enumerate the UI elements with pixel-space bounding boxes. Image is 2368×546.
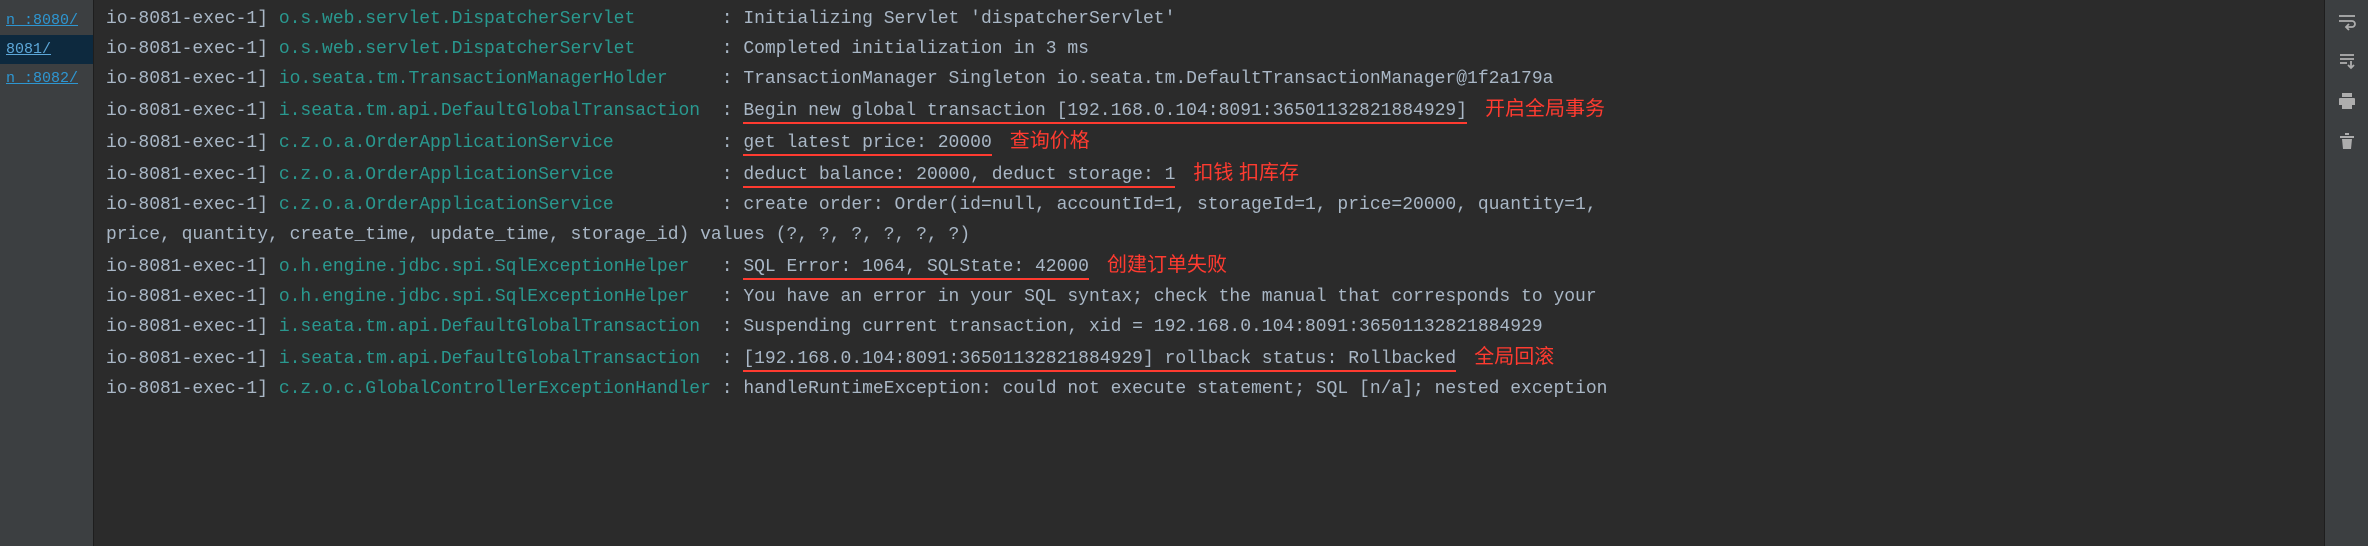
- log-line: io-8081-exec-1] c.z.o.a.OrderApplication…: [106, 158, 2324, 190]
- log-annotation: 开启全局事务: [1485, 98, 1605, 120]
- log-message: Suspending current transaction, xid = 19…: [743, 317, 1542, 337]
- log-logger: i.seata.tm.api.DefaultGlobalTransaction: [279, 101, 711, 121]
- log-thread: io-8081-exec-1]: [106, 287, 279, 307]
- log-line: io-8081-exec-1] i.seata.tm.api.DefaultGl…: [106, 342, 2324, 374]
- log-logger: c.z.o.a.OrderApplicationService: [279, 165, 711, 185]
- log-message: create order: Order(id=null, accountId=1…: [743, 195, 1596, 215]
- log-separator: :: [711, 257, 743, 277]
- log-line: io-8081-exec-1] c.z.o.c.GlobalController…: [106, 374, 2324, 404]
- log-annotation: 扣钱 扣库存: [1193, 162, 1299, 184]
- log-thread: io-8081-exec-1]: [106, 69, 279, 89]
- log-message: Initializing Servlet 'dispatcherServlet': [743, 9, 1175, 29]
- log-thread: io-8081-exec-1]: [106, 195, 279, 215]
- log-message: TransactionManager Singleton io.seata.tm…: [743, 69, 1553, 89]
- log-message: Begin new global transaction [192.168.0.…: [743, 101, 1467, 124]
- log-line: io-8081-exec-1] o.s.web.servlet.Dispatch…: [106, 34, 2324, 64]
- log-separator: :: [711, 317, 743, 337]
- log-message: deduct balance: 20000, deduct storage: 1: [743, 165, 1175, 188]
- scroll-to-end-icon[interactable]: [2334, 48, 2360, 74]
- log-message: get latest price: 20000: [743, 133, 991, 156]
- log-message: Completed initialization in 3 ms: [743, 39, 1089, 59]
- log-thread: io-8081-exec-1]: [106, 257, 279, 277]
- log-logger: o.s.web.servlet.DispatcherServlet: [279, 9, 711, 29]
- soft-wrap-icon[interactable]: [2334, 8, 2360, 34]
- log-line: io-8081-exec-1] i.seata.tm.api.DefaultGl…: [106, 94, 2324, 126]
- log-logger: c.z.o.a.OrderApplicationService: [279, 133, 711, 153]
- log-separator: :: [711, 195, 743, 215]
- log-logger: i.seata.tm.api.DefaultGlobalTransaction: [279, 317, 711, 337]
- log-thread: io-8081-exec-1]: [106, 133, 279, 153]
- log-separator: :: [711, 69, 743, 89]
- print-icon[interactable]: [2334, 88, 2360, 114]
- log-annotation: 查询价格: [1010, 130, 1090, 152]
- tab-8080[interactable]: n :8080/: [0, 6, 93, 35]
- log-separator: :: [711, 9, 743, 29]
- log-thread: io-8081-exec-1]: [106, 9, 279, 29]
- tab-8082[interactable]: n :8082/: [0, 64, 93, 93]
- log-logger: o.s.web.servlet.DispatcherServlet: [279, 39, 711, 59]
- log-logger: c.z.o.c.GlobalControllerExceptionHandler: [279, 379, 711, 399]
- log-separator: :: [711, 379, 743, 399]
- log-logger: i.seata.tm.api.DefaultGlobalTransaction: [279, 349, 711, 369]
- log-logger: io.seata.tm.TransactionManagerHolder: [279, 69, 711, 89]
- log-line: io-8081-exec-1] o.h.engine.jdbc.spi.SqlE…: [106, 250, 2324, 282]
- log-line: io-8081-exec-1] o.h.engine.jdbc.spi.SqlE…: [106, 282, 2324, 312]
- log-thread: io-8081-exec-1]: [106, 101, 279, 121]
- log-thread: io-8081-exec-1]: [106, 165, 279, 185]
- log-message: handleRuntimeException: could not execut…: [743, 379, 1607, 399]
- log-line: io-8081-exec-1] i.seata.tm.api.DefaultGl…: [106, 312, 2324, 342]
- console-output[interactable]: io-8081-exec-1] o.s.web.servlet.Dispatch…: [94, 0, 2324, 546]
- log-separator: :: [711, 349, 743, 369]
- log-separator: :: [711, 39, 743, 59]
- log-separator: :: [711, 101, 743, 121]
- log-annotation: 全局回滚: [1474, 346, 1554, 368]
- log-thread: io-8081-exec-1]: [106, 349, 279, 369]
- log-line: price, quantity, create_time, update_tim…: [106, 220, 2324, 250]
- log-line: io-8081-exec-1] c.z.o.a.OrderApplication…: [106, 126, 2324, 158]
- log-thread: io-8081-exec-1]: [106, 39, 279, 59]
- log-line: io-8081-exec-1] o.s.web.servlet.Dispatch…: [106, 4, 2324, 34]
- log-message: [192.168.0.104:8091:36501132821884929] r…: [743, 349, 1456, 372]
- log-thread: io-8081-exec-1]: [106, 379, 279, 399]
- log-line: io-8081-exec-1] c.z.o.a.OrderApplication…: [106, 190, 2324, 220]
- log-separator: :: [711, 165, 743, 185]
- log-message: You have an error in your SQL syntax; ch…: [743, 287, 1607, 307]
- log-logger: o.h.engine.jdbc.spi.SqlExceptionHelper: [279, 257, 711, 277]
- log-annotation: 创建订单失败: [1107, 254, 1227, 276]
- run-tabs: n :8080/ 8081/ n :8082/: [0, 0, 94, 546]
- log-message: SQL Error: 1064, SQLState: 42000: [743, 257, 1089, 280]
- log-separator: :: [711, 133, 743, 153]
- log-logger: c.z.o.a.OrderApplicationService: [279, 195, 711, 215]
- console-toolbar: [2324, 0, 2368, 546]
- trash-icon[interactable]: [2334, 128, 2360, 154]
- log-separator: :: [711, 287, 743, 307]
- log-thread: price, quantity, create_time, update_tim…: [106, 225, 970, 245]
- log-logger: o.h.engine.jdbc.spi.SqlExceptionHelper: [279, 287, 711, 307]
- log-line: io-8081-exec-1] io.seata.tm.TransactionM…: [106, 64, 2324, 94]
- log-thread: io-8081-exec-1]: [106, 317, 279, 337]
- tab-8081[interactable]: 8081/: [0, 35, 93, 64]
